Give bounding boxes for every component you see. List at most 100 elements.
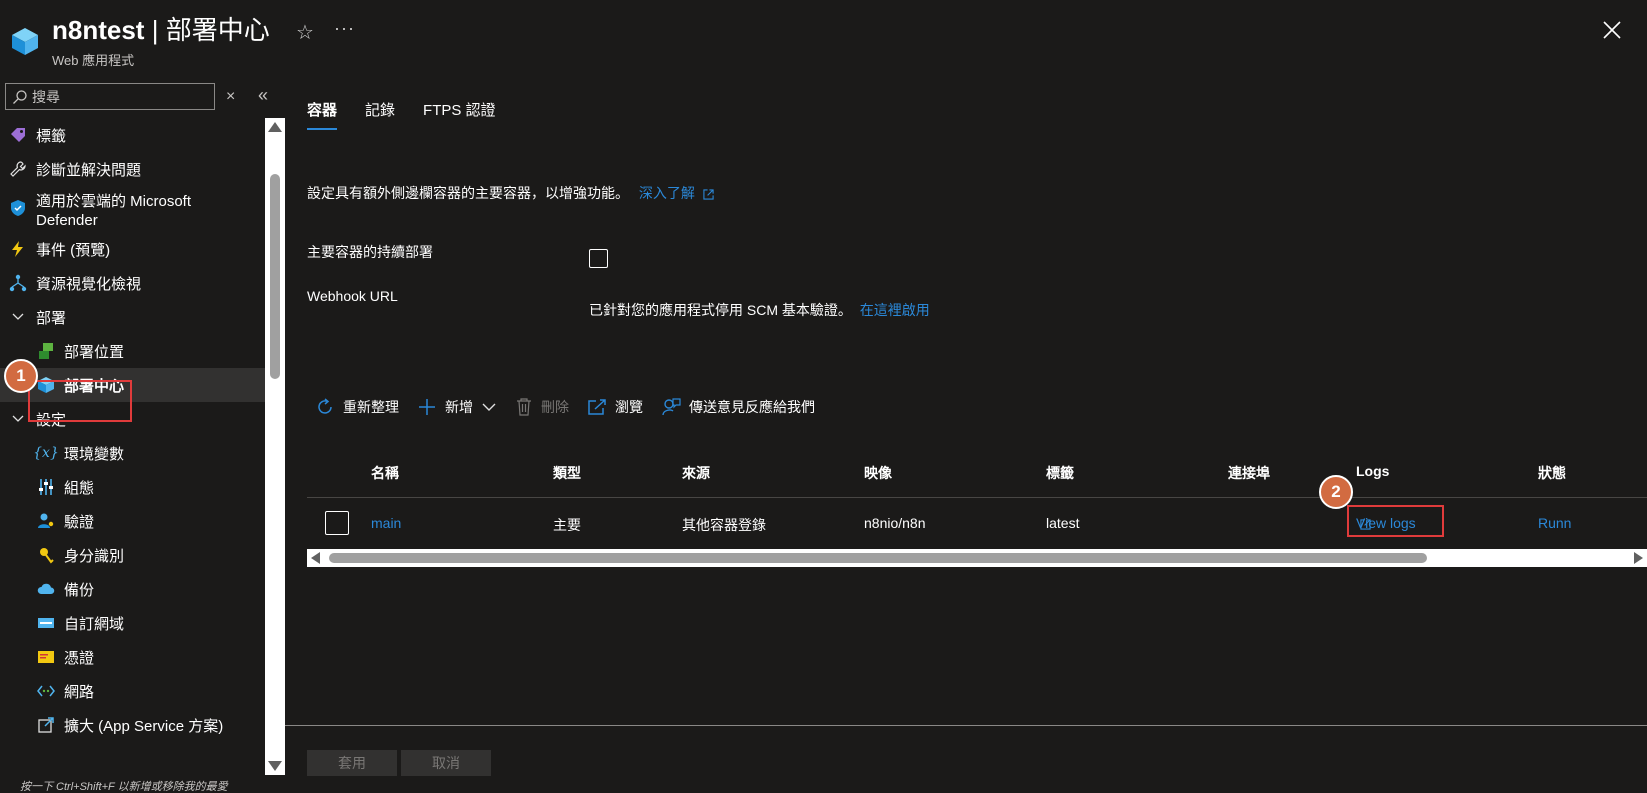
- column-header-status[interactable]: 狀態: [1538, 463, 1566, 483]
- scroll-down-arrow-icon[interactable]: [268, 761, 282, 771]
- webhook-url-value: 已針對您的應用程式停用 SCM 基本驗證。 在這裡啟用: [589, 300, 930, 320]
- scroll-thumb[interactable]: [270, 174, 280, 379]
- chevron-down-icon: [8, 409, 28, 429]
- sidebar-item-deployment-slots[interactable]: 部署位置: [0, 334, 265, 368]
- column-header-source[interactable]: 來源: [682, 463, 710, 483]
- sidebar-item-diagnose[interactable]: 診斷並解決問題: [0, 152, 265, 186]
- lightning-icon: [8, 239, 28, 259]
- learn-more-link[interactable]: 深入了解: [639, 185, 714, 201]
- add-button[interactable]: 新增: [417, 397, 497, 417]
- sidebar-item-certificates[interactable]: 憑證: [0, 640, 265, 674]
- sidebar-item-label: 標籤: [36, 127, 67, 145]
- refresh-label: 重新整理: [343, 399, 399, 415]
- container-type: 主要: [553, 517, 581, 533]
- search-clear-icon[interactable]: ×: [226, 88, 235, 106]
- sidebar-item-label: 部署位置: [64, 343, 125, 361]
- sidebar-item-configuration[interactable]: 組態: [0, 470, 265, 504]
- sliders-icon: [36, 477, 56, 497]
- sidebar-item-label: 組態: [64, 479, 95, 497]
- more-options-button[interactable]: ···: [334, 18, 355, 39]
- scroll-right-arrow-icon[interactable]: [1634, 552, 1643, 564]
- chevron-down-icon: [8, 307, 28, 327]
- sidebar-item-label: 資源視覺化檢視: [36, 275, 142, 293]
- slots-icon: [36, 341, 56, 361]
- domain-icon: [36, 613, 56, 633]
- hierarchy-icon: [8, 273, 28, 293]
- sidebar-item-tags[interactable]: 標籤: [0, 118, 265, 152]
- continuous-deployment-checkbox[interactable]: [589, 249, 608, 268]
- sidebar-item-label: 擴大 (App Service 方案): [64, 717, 224, 735]
- sidebar-scrollbar[interactable]: [265, 118, 285, 775]
- container-name-link[interactable]: main: [371, 515, 401, 531]
- tab-containers[interactable]: 容器: [307, 99, 338, 130]
- browse-button[interactable]: 瀏覽: [587, 397, 643, 417]
- scroll-left-arrow-icon[interactable]: [311, 552, 320, 564]
- search-input[interactable]: [28, 88, 214, 105]
- webhook-url-label: Webhook URL: [307, 288, 398, 304]
- sidebar-group-deployment[interactable]: 部署: [0, 300, 265, 334]
- cancel-button[interactable]: 取消: [401, 750, 491, 776]
- column-header-port[interactable]: 連接埠: [1228, 463, 1270, 483]
- sidebar-item-label: 網路: [64, 683, 95, 701]
- container-source: 其他容器登錄: [682, 517, 766, 533]
- continuous-deployment-label: 主要容器的持續部署: [307, 244, 433, 260]
- horizontal-scroll-thumb[interactable]: [329, 553, 1427, 563]
- sidebar-item-label: 適用於雲端的 Microsoft Defender: [36, 193, 192, 229]
- resource-type: Web 應用程式: [52, 53, 135, 68]
- command-bar: 重新整理 新增 刪除 瀏覽 傳送意見反應給我們: [315, 393, 833, 421]
- column-header-type[interactable]: 類型: [553, 463, 581, 483]
- sidebar-item-label: 環境變數: [64, 445, 125, 463]
- sidebar-item-label: 備份: [64, 581, 95, 599]
- sidebar-item-authentication[interactable]: 驗證: [0, 504, 265, 538]
- sidebar-item-resource-visualizer[interactable]: 資源視覺化檢視: [0, 266, 265, 300]
- cloud-backup-icon: [36, 579, 56, 599]
- enable-here-link[interactable]: 在這裡啟用: [860, 302, 930, 318]
- sidebar-item-scale-up[interactable]: 擴大 (App Service 方案): [0, 708, 265, 742]
- sidebar-nav: 標籤 診斷並解決問題 適用於雲端的 Microsoft Defender 事件 …: [0, 118, 265, 773]
- column-header-tag[interactable]: 標籤: [1046, 463, 1074, 483]
- column-header-name[interactable]: 名稱: [371, 463, 399, 483]
- sidebar-item-events[interactable]: 事件 (預覽): [0, 232, 265, 266]
- sidebar-item-label: 診斷並解決問題: [36, 161, 142, 179]
- collapse-sidebar-icon[interactable]: «: [258, 85, 268, 106]
- certificate-icon: [36, 647, 56, 667]
- browse-label: 瀏覽: [615, 399, 643, 415]
- apply-button[interactable]: 套用: [307, 750, 397, 776]
- container-image: n8nio/n8n: [864, 515, 926, 531]
- sidebar-item-label: 身分識別: [64, 547, 125, 565]
- column-header-logs[interactable]: Logs: [1356, 463, 1389, 479]
- key-icon: [36, 545, 56, 565]
- trash-icon: [517, 398, 531, 416]
- table-row[interactable]: main 主要 其他容器登錄 n8nio/n8n latest View log…: [307, 501, 1647, 545]
- highlight-box-deployment-center: [28, 380, 132, 422]
- user-key-icon: [36, 511, 56, 531]
- row-checkbox[interactable]: [325, 511, 349, 535]
- description: 設定具有額外側邊欄容器的主要容器，以增強功能。 深入了解: [307, 183, 714, 203]
- sidebar-item-networking[interactable]: 網路: [0, 674, 265, 708]
- tab-logs[interactable]: 記錄: [365, 99, 395, 130]
- favorite-star-icon[interactable]: ☆: [296, 20, 314, 45]
- add-label: 新增: [445, 399, 473, 415]
- plus-icon: [419, 399, 435, 415]
- refresh-button[interactable]: 重新整理: [315, 397, 399, 417]
- delete-button[interactable]: 刪除: [515, 397, 569, 417]
- sidebar-item-label: 憑證: [64, 649, 95, 667]
- column-header-image[interactable]: 映像: [864, 463, 892, 483]
- tab-ftps-credentials[interactable]: FTPS 認證: [423, 99, 496, 130]
- blade-header: n8ntest | 部署中心 Web 應用程式 ☆ ···: [0, 0, 1647, 75]
- sidebar-item-custom-domains[interactable]: 自訂網域: [0, 606, 265, 640]
- sidebar-item-backup[interactable]: 備份: [0, 572, 265, 606]
- feedback-icon: [662, 398, 681, 416]
- close-icon[interactable]: [1600, 18, 1624, 42]
- container-status: Runn: [1538, 515, 1572, 531]
- page-name: 部署中心: [165, 15, 270, 45]
- feedback-button[interactable]: 傳送意見反應給我們: [661, 397, 815, 417]
- sidebar-item-env-variables[interactable]: {x} 環境變數: [0, 436, 265, 470]
- web-app-cube-icon: [12, 28, 38, 55]
- scroll-up-arrow-icon[interactable]: [268, 122, 282, 132]
- shield-icon: [8, 198, 28, 218]
- grid-horizontal-scrollbar[interactable]: [307, 549, 1647, 567]
- sidebar-item-identity[interactable]: 身分識別: [0, 538, 265, 572]
- sidebar-item-defender[interactable]: 適用於雲端的 Microsoft Defender: [0, 186, 265, 234]
- delete-label: 刪除: [541, 399, 569, 415]
